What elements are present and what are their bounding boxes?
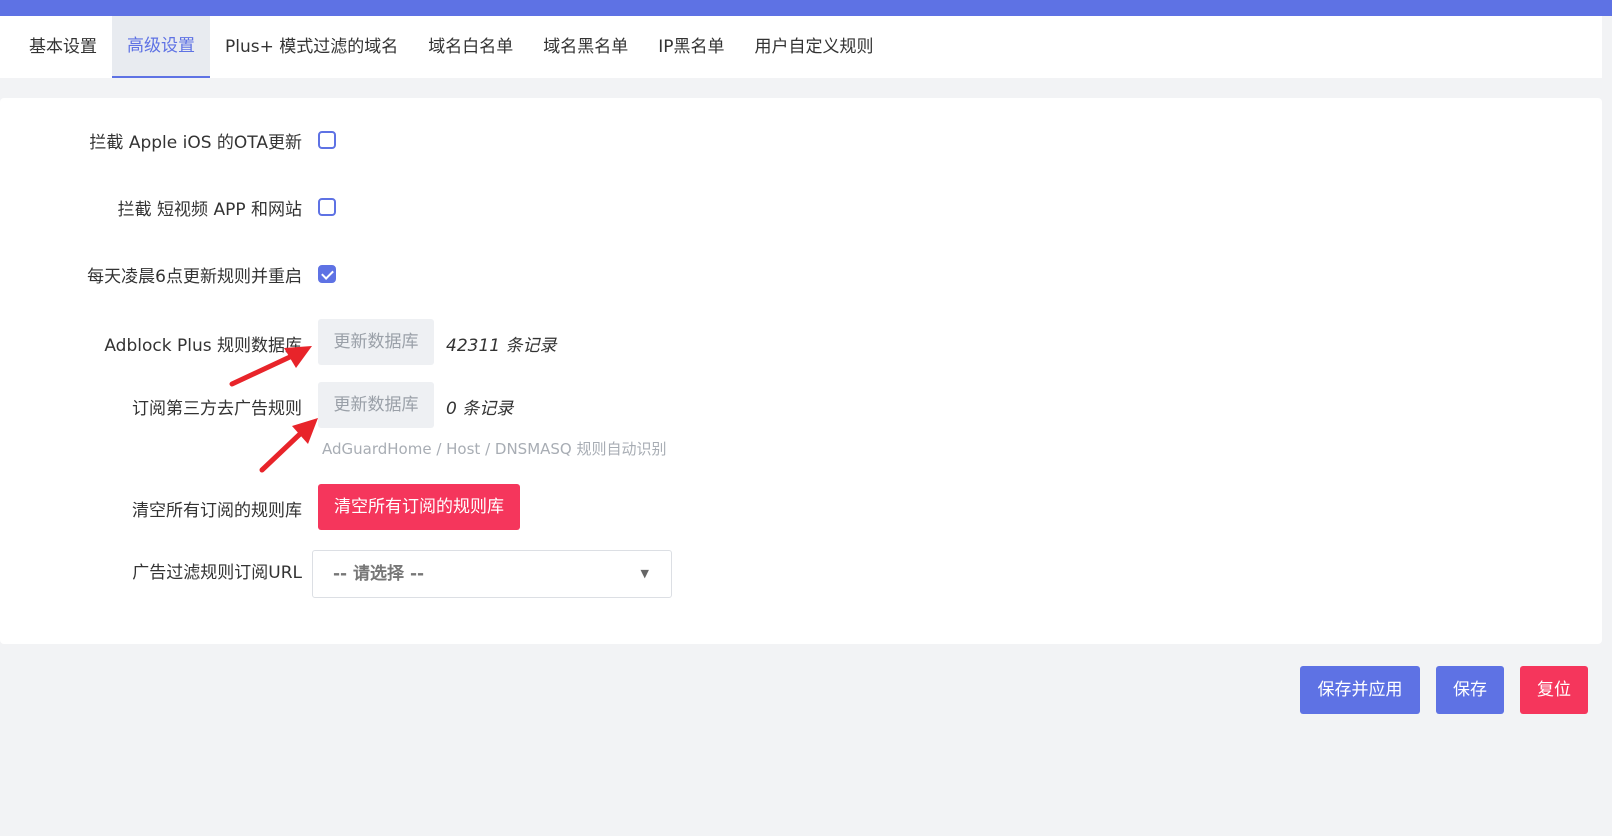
settings-panel: 拦截 Apple iOS 的OTA更新 拦截 短视频 APP 和网站 每天凌晨6… xyxy=(0,98,1602,644)
adblock-record-count: 42311 条记录 xyxy=(446,336,557,356)
tab-advanced-settings[interactable]: 高级设置 xyxy=(112,16,210,78)
tab-domain-whitelist[interactable]: 域名白名单 xyxy=(413,16,528,78)
tab-bar: 基本设置 高级设置 Plus+ 模式过滤的域名 域名白名单 域名黑名单 IP黑名… xyxy=(0,16,1602,78)
chevron-down-icon: ▼ xyxy=(640,567,649,580)
tab-basic-settings[interactable]: 基本设置 xyxy=(14,16,112,78)
third-party-hint: AdGuardHome / Host / DNSMASQ 规则自动识别 xyxy=(322,440,667,458)
subscribe-url-selected-value: -- 请选择 -- xyxy=(333,564,425,584)
daily-update-checkbox[interactable] xyxy=(318,265,336,283)
tab-domain-blacklist[interactable]: 域名黑名单 xyxy=(528,16,643,78)
block-ios-ota-label: 拦截 Apple iOS 的OTA更新 xyxy=(89,133,302,153)
save-apply-button[interactable]: 保存并应用 xyxy=(1300,666,1420,714)
tab-custom-rules[interactable]: 用户自定义规则 xyxy=(740,16,889,78)
clear-all-label: 清空所有订阅的规则库 xyxy=(132,501,302,521)
save-button[interactable]: 保存 xyxy=(1436,666,1504,714)
third-party-update-db-button[interactable]: 更新数据库 xyxy=(318,382,434,428)
block-ios-ota-checkbox[interactable] xyxy=(318,131,336,149)
block-short-video-label: 拦截 短视频 APP 和网站 xyxy=(117,200,302,220)
tab-ip-blacklist[interactable]: IP黑名单 xyxy=(643,16,739,78)
subscribe-url-label: 广告过滤规则订阅URL xyxy=(132,563,302,583)
reset-button[interactable]: 复位 xyxy=(1520,666,1588,714)
third-party-record-count: 0 条记录 xyxy=(446,399,514,419)
tab-plus-mode-domains[interactable]: Plus+ 模式过滤的域名 xyxy=(210,16,413,78)
adblock-update-db-button[interactable]: 更新数据库 xyxy=(318,319,434,365)
top-accent-bar xyxy=(0,0,1612,16)
subscribe-url-select[interactable]: -- 请选择 -- ▼ xyxy=(312,550,672,598)
block-short-video-checkbox[interactable] xyxy=(318,198,336,216)
daily-update-label: 每天凌晨6点更新规则并重启 xyxy=(87,267,302,287)
clear-all-rules-button[interactable]: 清空所有订阅的规则库 xyxy=(318,484,520,530)
adblock-db-label: Adblock Plus 规则数据库 xyxy=(104,336,302,356)
third-party-label: 订阅第三方去广告规则 xyxy=(132,399,302,419)
